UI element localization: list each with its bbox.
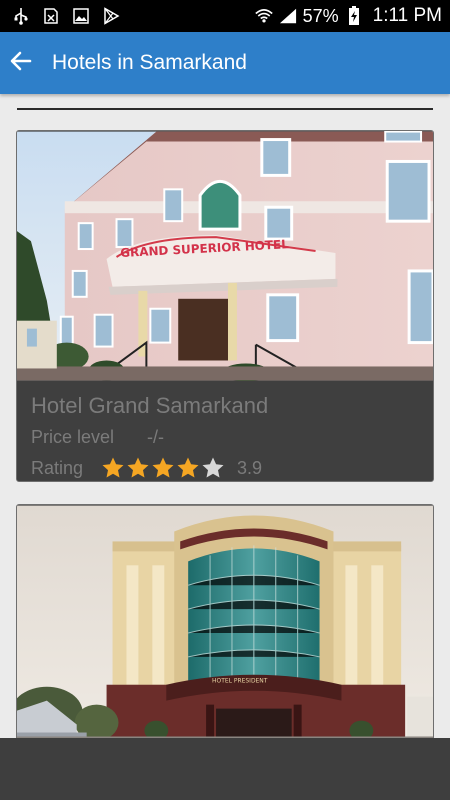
star-filled-icon <box>127 457 149 478</box>
price-label: Price level <box>31 427 115 447</box>
bottom-bar <box>0 738 450 800</box>
hotel-photo: HOTEL PRESIDENT <box>17 505 433 753</box>
star-empty-icon <box>202 457 224 478</box>
price-value: -/- <box>147 427 164 447</box>
clock: 1:11 PM <box>372 5 442 26</box>
image-icon <box>72 7 90 25</box>
divider <box>17 108 433 110</box>
hotel-info: Hotel Grand Samarkand Price level -/- Ra… <box>17 381 433 481</box>
hotel-name: Hotel Grand Samarkand <box>31 393 269 418</box>
hotel-card[interactable]: GRAND SUPERIOR HOTEL Hotel Grand Samarka… <box>16 130 434 482</box>
play-store-icon <box>102 7 120 25</box>
star-filled-icon <box>102 457 124 478</box>
sim-icon <box>42 7 60 25</box>
wifi-icon <box>254 7 273 25</box>
app-bar: Hotels in Samarkand <box>0 32 450 94</box>
price-row: Price level -/- <box>31 427 419 448</box>
star-filled-icon <box>177 457 199 478</box>
back-button[interactable] <box>0 42 42 84</box>
arrow-left-icon <box>9 49 33 78</box>
star-filled-icon <box>152 457 174 478</box>
page-title: Hotels in Samarkand <box>52 51 247 74</box>
battery-charging-icon <box>345 6 363 25</box>
hotel-photo: GRAND SUPERIOR HOTEL <box>17 131 433 381</box>
star-rating <box>101 456 225 480</box>
status-bar: 57% 1:11 PM <box>0 0 450 32</box>
battery-percent: 57% <box>302 5 339 26</box>
rating-row: Rating 3.9 <box>31 456 419 480</box>
hotel-sign-text: HOTEL PRESIDENT <box>212 678 268 685</box>
hotel-card[interactable]: HOTEL PRESIDENT <box>16 504 434 754</box>
signal-icon <box>279 7 297 25</box>
rating-value: 3.9 <box>237 457 263 478</box>
usb-icon <box>12 7 30 25</box>
